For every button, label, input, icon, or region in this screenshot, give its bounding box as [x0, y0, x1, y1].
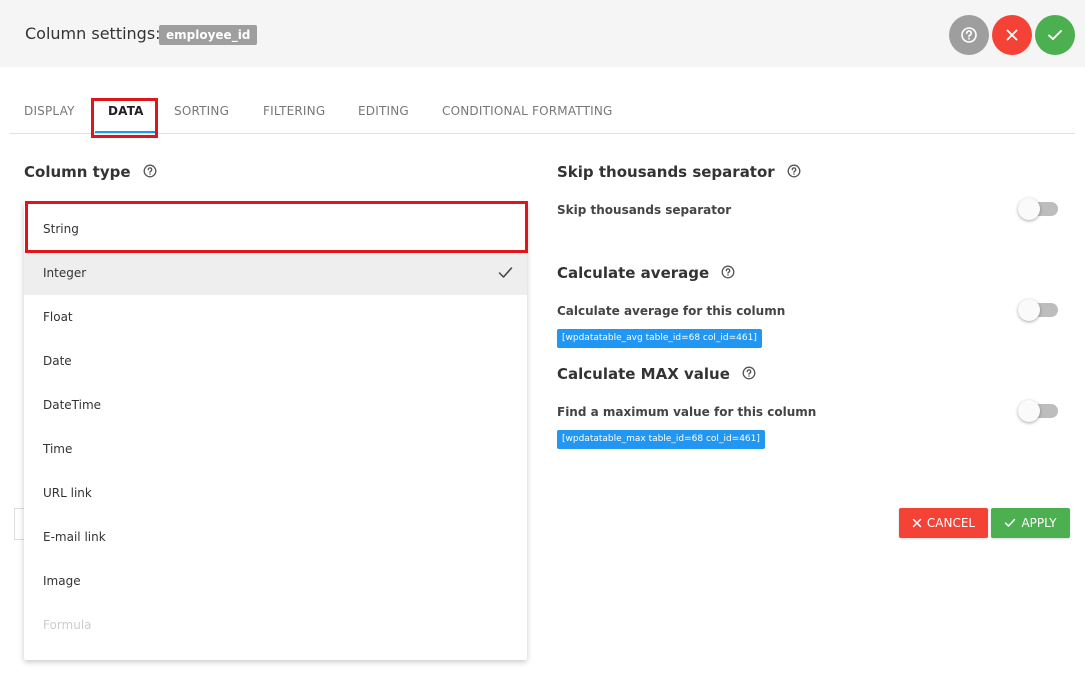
calc-average-toggle[interactable]: [1016, 299, 1060, 321]
calc-max-heading: Calculate MAX value: [557, 365, 756, 383]
check-icon: [1048, 30, 1062, 40]
dropdown-option-email-link[interactable]: E-mail link: [24, 515, 527, 559]
dropdown-option-time[interactable]: Time: [24, 427, 527, 471]
dropdown-option-date[interactable]: Date: [24, 339, 527, 383]
close-icon: [912, 518, 922, 528]
tab-sorting[interactable]: SORTING: [174, 104, 229, 118]
question-circle-icon[interactable]: [742, 366, 756, 380]
question-circle-icon[interactable]: [787, 164, 801, 178]
confirm-button[interactable]: [1035, 15, 1075, 55]
option-label: Integer: [43, 266, 87, 280]
dropdown-option-url-link[interactable]: URL link: [24, 471, 527, 515]
cancel-button[interactable]: CANCEL: [899, 508, 988, 538]
skip-thousands-toggle[interactable]: [1016, 198, 1060, 220]
toggle-knob: [1018, 400, 1040, 422]
apply-button[interactable]: APPLY: [991, 508, 1070, 538]
toggle-knob: [1018, 299, 1040, 321]
column-name-badge: employee_id: [159, 25, 258, 45]
tab-conditional-formatting[interactable]: CONDITIONAL FORMATTING: [442, 104, 613, 118]
toggle-knob: [1018, 198, 1040, 220]
tab-filtering[interactable]: FILTERING: [263, 104, 325, 118]
dropdown-option-datetime[interactable]: DateTime: [24, 383, 527, 427]
column-type-title: Column type: [24, 163, 131, 181]
cancel-button-label: CANCEL: [926, 516, 976, 530]
calc-max-title: Calculate MAX value: [557, 365, 730, 383]
column-type-dropdown: String Integer Float Date DateTime Time …: [24, 203, 527, 660]
settings-tabs: DISPLAY DATA SORTING FILTERING EDITING C…: [10, 88, 1075, 134]
close-button[interactable]: [992, 15, 1032, 55]
max-shortcode-badge[interactable]: [wpdatatable_max table_id=68 col_id=461]: [557, 430, 765, 449]
skip-thousands-heading: Skip thousands separator: [557, 163, 801, 181]
skip-thousands-label: Skip thousands separator: [557, 203, 732, 217]
calc-max-toggle[interactable]: [1016, 400, 1060, 422]
tab-editing[interactable]: EDITING: [358, 104, 409, 118]
select-highlight-box: [25, 201, 528, 253]
help-button[interactable]: [949, 15, 989, 55]
column-type-heading: Column type: [24, 163, 157, 181]
tab-display[interactable]: DISPLAY: [24, 104, 75, 118]
modal-header: Column settings: employee_id: [0, 0, 1085, 67]
dropdown-option-float[interactable]: Float: [24, 295, 527, 339]
calc-max-label: Find a maximum value for this column: [557, 405, 817, 419]
calc-average-title: Calculate average: [557, 264, 710, 282]
calc-average-heading: Calculate average: [557, 264, 735, 282]
dropdown-option-integer[interactable]: Integer: [24, 251, 527, 295]
question-circle-icon[interactable]: [143, 164, 157, 178]
modal-title: Column settings:: [25, 24, 161, 43]
tab-highlight-box: [91, 98, 158, 138]
calc-average-label: Calculate average for this column: [557, 304, 786, 318]
dropdown-option-formula: Formula: [43, 618, 92, 632]
avg-shortcode-badge[interactable]: [wpdatatable_avg table_id=68 col_id=461]: [557, 329, 762, 348]
question-circle-icon: [961, 27, 977, 43]
check-icon: [498, 267, 513, 278]
question-circle-icon[interactable]: [721, 265, 735, 279]
check-icon: [1005, 518, 1016, 527]
skip-thousands-title: Skip thousands separator: [557, 163, 775, 181]
select-field-edge: [14, 508, 24, 540]
dropdown-option-image[interactable]: Image: [24, 559, 527, 603]
close-icon: [1006, 29, 1018, 41]
apply-button-label: APPLY: [1021, 516, 1057, 530]
